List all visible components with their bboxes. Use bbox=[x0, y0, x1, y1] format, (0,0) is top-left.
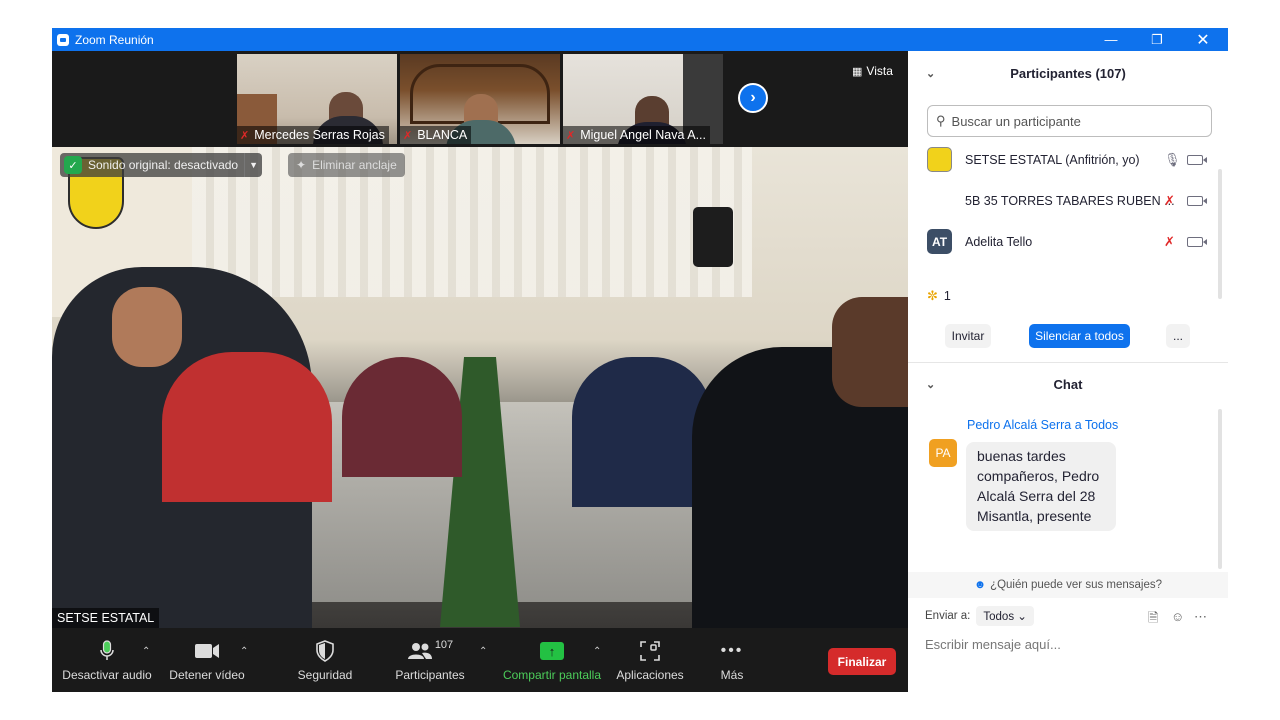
chevron-down-icon[interactable]: ⌄ bbox=[926, 67, 935, 80]
more-dots-icon[interactable]: ⋯ bbox=[1194, 609, 1207, 625]
person-eye-icon: ☻ bbox=[973, 579, 987, 591]
participants-button[interactable]: 107 Participantes bbox=[386, 628, 474, 692]
send-to-selector: Enviar a: Todos ⌄ bbox=[925, 606, 1034, 626]
apps-button[interactable]: Aplicaciones bbox=[610, 628, 690, 692]
shield-check-icon: ✓ bbox=[64, 156, 82, 174]
share-options-caret-icon[interactable]: ⌃ bbox=[593, 646, 601, 657]
zoom-logo-icon bbox=[57, 33, 69, 46]
clapping-hands-icon: ✼ bbox=[927, 288, 938, 303]
participants-scrollbar[interactable] bbox=[1218, 169, 1222, 299]
mute-all-button[interactable]: Silenciar a todos bbox=[1029, 324, 1130, 348]
emoji-icon[interactable]: ☺ bbox=[1171, 609, 1184, 624]
next-page-button[interactable]: › bbox=[738, 83, 768, 113]
search-icon: ⚲ bbox=[936, 113, 946, 128]
grid-icon: ▦ bbox=[852, 65, 863, 78]
avatar bbox=[927, 147, 952, 172]
share-screen-icon: ↑ bbox=[540, 638, 564, 664]
more-options-button[interactable]: ... bbox=[1166, 324, 1190, 348]
apps-icon bbox=[640, 638, 660, 664]
title-bar: Zoom Reunión — ❐ ✕ bbox=[52, 28, 1228, 51]
thumbnail-name: ✗ BLANCA bbox=[400, 126, 472, 144]
more-button[interactable]: ••• Más bbox=[704, 628, 760, 692]
chevron-right-icon: › bbox=[750, 89, 756, 106]
microphone-icon[interactable]: 🎙 bbox=[1164, 152, 1181, 168]
muted-mic-icon: ✗ bbox=[403, 129, 413, 142]
muted-mic-icon[interactable]: ✗ bbox=[1164, 193, 1175, 209]
end-meeting-button[interactable]: Finalizar bbox=[828, 648, 896, 675]
camera-icon[interactable] bbox=[1187, 236, 1207, 247]
mute-audio-button[interactable]: Desactivar audio bbox=[62, 628, 152, 692]
restore-button[interactable]: ❐ bbox=[1134, 28, 1180, 51]
avatar: AT bbox=[927, 229, 952, 254]
thumbnail-video[interactable]: ✗ Mercedes Serras Rojas bbox=[237, 54, 397, 144]
more-dots-icon: ••• bbox=[720, 642, 744, 659]
zoom-window: Zoom Reunión — ❐ ✕ ✗ Mercedes Serras Roja… bbox=[52, 28, 1228, 692]
close-button[interactable]: ✕ bbox=[1180, 28, 1226, 51]
participants-options-caret-icon[interactable]: ⌃ bbox=[479, 646, 487, 657]
share-screen-button[interactable]: ↑ Compartir pantalla bbox=[498, 628, 606, 692]
chat-scrollbar[interactable] bbox=[1218, 409, 1222, 569]
participant-search-input[interactable]: ⚲ Buscar un participante bbox=[927, 105, 1212, 137]
camera-icon[interactable] bbox=[1187, 195, 1207, 206]
chat-sender[interactable]: Pedro Alcalá Serra a Todos bbox=[967, 418, 1118, 432]
meeting-area: ✗ Mercedes Serras Rojas ✗ BLANCA ✗ Miguel A… bbox=[52, 51, 908, 692]
speaker-name-label: SETSE ESTATAL bbox=[52, 608, 160, 628]
muted-mic-icon: ✗ bbox=[566, 129, 576, 142]
who-can-see-link[interactable]: ☻ ¿Quién puede ver sus mensajes? bbox=[908, 572, 1228, 598]
audio-options-caret-icon[interactable]: ⌃ bbox=[142, 646, 150, 657]
pin-icon: ✦ bbox=[296, 158, 307, 172]
view-button[interactable]: ▦ Vista bbox=[846, 61, 899, 81]
chevron-down-icon[interactable]: ⌄ bbox=[926, 378, 935, 391]
reaction-summary: ✼ 1 bbox=[927, 288, 951, 303]
invite-button[interactable]: Invitar bbox=[945, 324, 991, 348]
participant-row[interactable]: 5B 35 TORRES TABARES RUBEN ... ✗ bbox=[908, 180, 1218, 221]
chat-message: buenas tardes compañeros, Pedro Alcalá S… bbox=[966, 442, 1116, 531]
camera-icon[interactable] bbox=[1187, 154, 1207, 165]
original-sound-toggle[interactable]: ✓ Sonido original: desactivado ▼ bbox=[60, 153, 263, 177]
thumbnail-video[interactable]: ✗ Miguel Angel Nava A... bbox=[563, 54, 723, 144]
video-options-caret-icon[interactable]: ⌃ bbox=[240, 646, 248, 657]
participants-icon: 107 bbox=[407, 638, 453, 664]
unpin-button[interactable]: ✦ Eliminar anclaje bbox=[288, 153, 405, 177]
participants-header: ⌄ Participantes (107) bbox=[926, 65, 1126, 81]
minimize-button[interactable]: — bbox=[1088, 28, 1134, 51]
thumbnail-name: ✗ Mercedes Serras Rojas bbox=[237, 126, 389, 144]
chevron-down-icon[interactable]: ▼ bbox=[244, 153, 262, 177]
security-button[interactable]: Seguridad bbox=[284, 628, 366, 692]
side-panel: ⌄ Participantes (107) ⚲ Buscar un partic… bbox=[908, 51, 1228, 692]
file-icon[interactable]: 🗎 bbox=[1148, 609, 1158, 631]
participant-row[interactable]: AT Adelita Tello ✗ bbox=[908, 221, 1218, 262]
video-camera-icon bbox=[194, 638, 220, 664]
thumbnail-name: ✗ Miguel Angel Nava A... bbox=[563, 126, 710, 144]
recipient-dropdown[interactable]: Todos ⌄ bbox=[976, 606, 1034, 626]
thumbnail-video[interactable]: ✗ BLANCA bbox=[400, 54, 560, 144]
active-speaker-video: ✓ Sonido original: desactivado ▼ ✦ Elimi… bbox=[52, 147, 908, 628]
chat-header: ⌄ Chat bbox=[926, 376, 1083, 392]
meeting-toolbar: Desactivar audio ⌃ Detener vídeo ⌃ Segur… bbox=[52, 628, 908, 692]
shield-icon bbox=[316, 638, 334, 664]
thumbnail-strip: ✗ Mercedes Serras Rojas ✗ BLANCA ✗ Miguel A… bbox=[52, 51, 908, 147]
participant-row[interactable]: SETSE ESTATAL (Anfitrión, yo) 🎙 bbox=[908, 139, 1218, 180]
muted-mic-icon[interactable]: ✗ bbox=[1164, 234, 1175, 250]
chat-message-input[interactable]: Escribir mensaje aquí... bbox=[925, 637, 1061, 652]
window-title: Zoom Reunión bbox=[75, 32, 154, 47]
microphone-icon bbox=[99, 638, 115, 664]
speaker-box bbox=[693, 207, 733, 267]
avatar: PA bbox=[929, 439, 957, 467]
stop-video-button[interactable]: Detener vídeo bbox=[162, 628, 252, 692]
muted-mic-icon: ✗ bbox=[240, 129, 250, 142]
participants-count: 107 bbox=[434, 639, 454, 651]
